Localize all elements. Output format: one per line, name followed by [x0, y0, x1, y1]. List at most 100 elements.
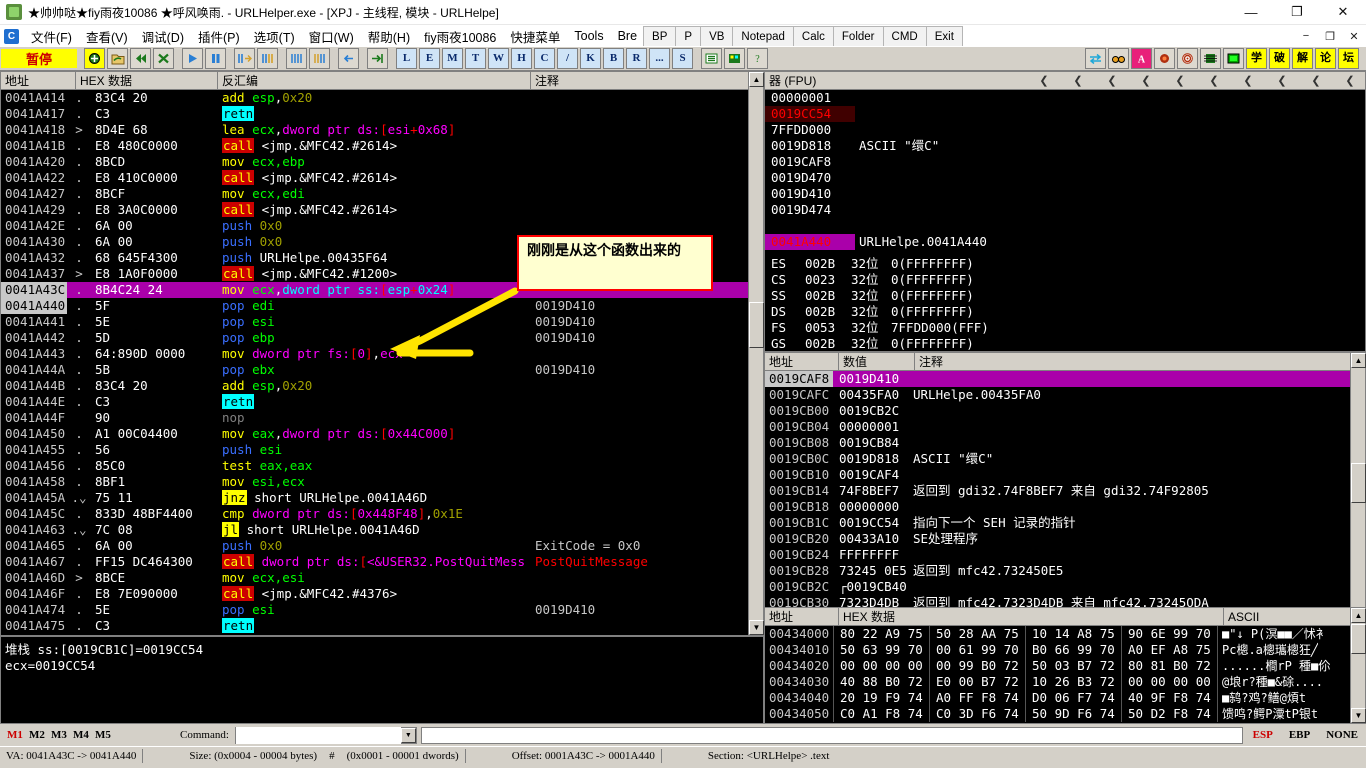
- stack-row[interactable]: 0019CB00 0019CB2C: [765, 403, 1350, 419]
- registers-eip-row[interactable]: 0041A440 URLHelpe.0041A440: [765, 234, 1365, 250]
- memory-map-button[interactable]: M: [442, 48, 463, 69]
- handles-button[interactable]: H: [511, 48, 532, 69]
- command-combo[interactable]: ▼: [234, 726, 417, 744]
- tool-tab-cmd[interactable]: CMD: [882, 26, 927, 46]
- disasm-row[interactable]: 0041A422. E8 410C0000 call <jmp.&MFC42.#26…: [1, 170, 748, 186]
- registers-chevron-left-icon[interactable]: ❮: [1333, 74, 1365, 87]
- col-header-comment[interactable]: 注释: [531, 72, 763, 89]
- disasm-row[interactable]: 0041A41B. E8 480C0000 call <jmp.&MFC42.#26…: [1, 138, 748, 154]
- disasm-row[interactable]: 0041A465. 6A 00 push 0x0 ExitCode = 0x0: [1, 538, 748, 554]
- stack-row[interactable]: 0019CB2C ┌0019CB40: [765, 579, 1350, 595]
- swap-icon[interactable]: [1085, 48, 1106, 69]
- window-close-button[interactable]: ✕: [1320, 0, 1366, 24]
- disasm-row[interactable]: 0041A414. 83C4 20 add esp,0x20: [1, 90, 748, 106]
- solve-button[interactable]: 解: [1292, 48, 1313, 69]
- pause-icon[interactable]: [205, 48, 226, 69]
- stack-row[interactable]: 0019CAF8 0019D410: [765, 371, 1350, 387]
- run-icon[interactable]: [182, 48, 203, 69]
- dump-row[interactable]: 00434040 20 19 F9 74 A0 FF F8 74 D0 06 F7 7…: [765, 690, 1350, 706]
- disasm-row[interactable]: 0041A474. 5E pop esi 0019D410: [1, 602, 748, 618]
- open-file-icon[interactable]: [107, 48, 128, 69]
- dump-vscrollbar[interactable]: ▲ ▼: [1350, 608, 1366, 723]
- menu-item-fiy[interactable]: fiy雨夜10086: [417, 25, 503, 48]
- window-maximize-button[interactable]: ❐: [1274, 0, 1320, 24]
- windows-button[interactable]: W: [488, 48, 509, 69]
- menu-item-file[interactable]: 文件(F): [24, 25, 79, 48]
- forum-lun-button[interactable]: 论: [1315, 48, 1336, 69]
- restart-icon[interactable]: [130, 48, 151, 69]
- log-window-button[interactable]: L: [396, 48, 417, 69]
- scroll-down-arrow[interactable]: ▼: [749, 620, 764, 635]
- disasm-row[interactable]: 0041A450. A1 00C04400 mov eax,dword ptr ds…: [1, 426, 748, 442]
- disasm-row[interactable]: 0041A420. 8BCD mov ecx,ebp: [1, 154, 748, 170]
- tool-tab-notepad[interactable]: Notepad: [732, 26, 794, 46]
- record-icon[interactable]: [1154, 48, 1175, 69]
- marker-m1-button[interactable]: M1: [4, 729, 26, 741]
- dump-col-header-hex[interactable]: HEX 数据: [839, 608, 1224, 625]
- segment-register-row[interactable]: ES 002B 32位 0(FFFFFFFF): [765, 256, 1365, 272]
- window-minimize-button[interactable]: —: [1228, 0, 1274, 24]
- register-row[interactable]: 0019CAF8: [765, 154, 1365, 170]
- stack-col-header-comment[interactable]: 注释: [915, 353, 1365, 370]
- registers-segments[interactable]: ES 002B 32位 0(FFFFFFFF) CS 0023 32位 0(FFFFFFFF)…: [765, 256, 1365, 351]
- disasm-row[interactable]: 0041A44F 90 nop: [1, 410, 748, 426]
- dump-scroll-thumb[interactable]: [1351, 624, 1366, 654]
- chevron-down-icon[interactable]: ▼: [400, 727, 416, 743]
- marker-m2-button[interactable]: M2: [26, 729, 48, 741]
- dump-row[interactable]: 00434020 00 00 00 00 00 99 B0 72 50 03 B7 7…: [765, 658, 1350, 674]
- crack-button[interactable]: 破: [1269, 48, 1290, 69]
- disasm-row[interactable]: 0041A417. C3 retn: [1, 106, 748, 122]
- stack-row[interactable]: 0019CB0C 0019D818 ASCII "缳C": [765, 451, 1350, 467]
- disasm-row[interactable]: 0041A42E. 6A 00 push 0x0: [1, 218, 748, 234]
- menu-item-tools[interactable]: Tools: [567, 27, 610, 45]
- child-minimize-button[interactable]: −: [1294, 26, 1318, 46]
- disassembly-vscrollbar[interactable]: ▲ ▼: [748, 72, 764, 635]
- menu-item-debug[interactable]: 调试(D): [135, 25, 191, 48]
- col-header-hex[interactable]: HEX 数据: [76, 72, 218, 89]
- close-program-icon[interactable]: [153, 48, 174, 69]
- stack-row[interactable]: 0019CB28 73245 0E5 返回到 mfc42.732450E5: [765, 563, 1350, 579]
- registers-chevron-left-icon[interactable]: ❮: [1197, 74, 1231, 87]
- register-row[interactable]: 0019D818 ASCII "缳C": [765, 138, 1365, 154]
- registers-chevron-left-icon[interactable]: ❮: [1129, 74, 1163, 87]
- menu-item-shortcut[interactable]: 快捷菜单: [503, 25, 567, 48]
- disasm-row[interactable]: 0041A44A. 5B pop ebx 0019D410: [1, 362, 748, 378]
- stack-row[interactable]: 0019CB18 00000000: [765, 499, 1350, 515]
- dump-row[interactable]: 00434010 50 63 99 70 00 61 99 70 B0 66 99 7…: [765, 642, 1350, 658]
- disasm-row[interactable]: 0041A45C. 833D 48BF4400 cmp dword ptr ds:[…: [1, 506, 748, 522]
- register-row[interactable]: 0019D410: [765, 186, 1365, 202]
- register-row[interactable]: 00000001: [765, 90, 1365, 106]
- appearance-icon[interactable]: [724, 48, 745, 69]
- child-restore-button[interactable]: ❐: [1318, 26, 1342, 46]
- scroll-up-arrow[interactable]: ▲: [749, 72, 764, 87]
- hardware-icon[interactable]: [1200, 48, 1221, 69]
- screen-icon[interactable]: [1223, 48, 1244, 69]
- registers-body[interactable]: 00000001 0019CC54 7FFDD000 0019D818 ASCII "缳…: [765, 90, 1365, 351]
- tool-tab-vb[interactable]: VB: [700, 26, 734, 46]
- letter-a-icon[interactable]: A: [1131, 48, 1152, 69]
- disasm-row[interactable]: 0041A463 .⌄ 7C 08 jl short URLHelpe.0041A46…: [1, 522, 748, 538]
- menu-item-window[interactable]: 窗口(W): [302, 25, 361, 48]
- tool-tab-bp[interactable]: BP: [643, 26, 677, 46]
- register-eip-row[interactable]: 0041A440 URLHelpe.0041A440: [765, 234, 1365, 250]
- segment-register-row[interactable]: CS 0023 32位 0(FFFFFFFF): [765, 272, 1365, 288]
- registers-chevron-left-icon[interactable]: ❮: [1095, 74, 1129, 87]
- registers-chevron-left-icon[interactable]: ❮: [1163, 74, 1197, 87]
- disasm-row[interactable]: 0041A455. 56 push esi: [1, 442, 748, 458]
- source-button[interactable]: S: [672, 48, 693, 69]
- disasm-row[interactable]: 0041A429. E8 3A0C0000 call <jmp.&MFC42.#26…: [1, 202, 748, 218]
- stack-row[interactable]: 0019CB10 0019CAF4: [765, 467, 1350, 483]
- registers-chevron-left-icon[interactable]: ❮: [1027, 74, 1061, 87]
- col-header-disassembly[interactable]: 反汇编: [218, 72, 531, 89]
- disasm-row[interactable]: 0041A467. FF15 DC464300 call dword ptr ds:…: [1, 554, 748, 570]
- col-header-address[interactable]: 地址: [1, 72, 76, 89]
- disassembly-rows[interactable]: 0041A414. 83C4 20 add esp,0x20 0041A417. C3 r…: [1, 90, 748, 635]
- register-row[interactable]: 0019D470: [765, 170, 1365, 186]
- step-into-icon[interactable]: [234, 48, 255, 69]
- disasm-row[interactable]: 0041A418 >8D4E 68 lea ecx,dword ptr ds:[es…: [1, 122, 748, 138]
- tool-tab-calc[interactable]: Calc: [792, 26, 834, 46]
- stack-row[interactable]: 0019CAFC 00435FA0 URLHelpe.00435FA0: [765, 387, 1350, 403]
- marker-m4-button[interactable]: M4: [70, 729, 92, 741]
- stack-row[interactable]: 0019CB08 0019CB84: [765, 435, 1350, 451]
- breakpoints-button[interactable]: B: [603, 48, 624, 69]
